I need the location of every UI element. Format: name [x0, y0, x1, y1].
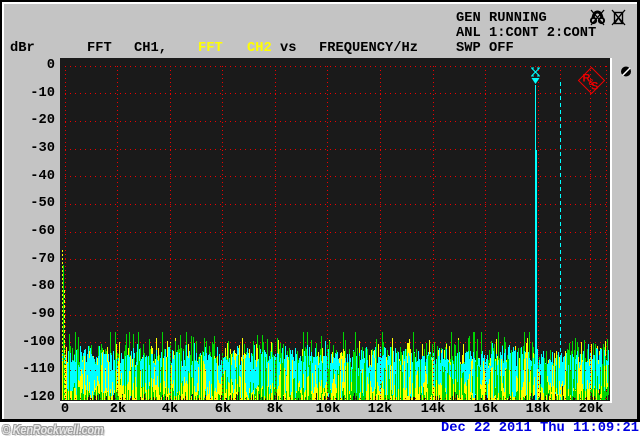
- svg-text:S: S: [591, 81, 598, 93]
